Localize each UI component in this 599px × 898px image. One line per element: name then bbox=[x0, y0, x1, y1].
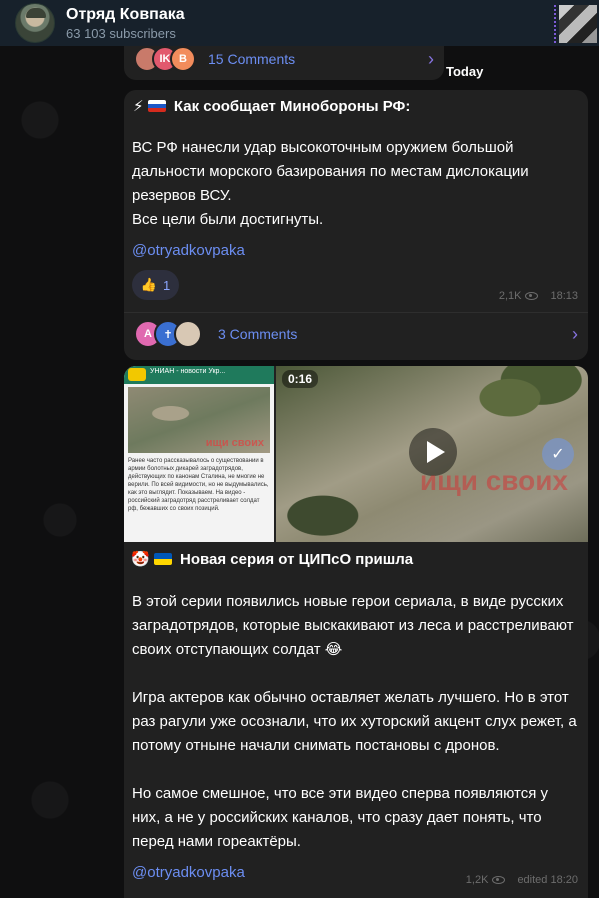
screenshot-text: Ранее часто рассказывалось о существован… bbox=[128, 458, 269, 512]
headline-text: Новая серия от ЦИПсО пришла bbox=[180, 551, 414, 568]
post-headline: ⚡ Как сообщает Минобороны РФ: bbox=[133, 97, 410, 115]
divider bbox=[124, 312, 588, 313]
post-meta: 2,1K 18:13 bbox=[499, 290, 578, 302]
eye-icon bbox=[492, 876, 506, 884]
pinned-indicator bbox=[554, 5, 556, 43]
commenter-avatars: IK B bbox=[134, 46, 196, 72]
reaction-like[interactable]: 👍 1 bbox=[132, 270, 179, 300]
avatar bbox=[174, 320, 202, 348]
message-post[interactable]: ⚡ Как сообщает Минобороны РФ: ВС РФ нане… bbox=[124, 90, 588, 360]
channel-name[interactable]: Отряд Ковпака bbox=[66, 5, 185, 25]
message-post[interactable]: УНИАН - новости Укр... ищи своих Ранее ч… bbox=[124, 366, 588, 898]
post-meta: 1,2K edited 18:20 bbox=[466, 874, 578, 886]
avatar: B bbox=[170, 46, 196, 72]
screenshot-channel: УНИАН - новости Укр... bbox=[150, 368, 226, 375]
channel-avatar[interactable] bbox=[15, 3, 55, 43]
edited-time: edited 18:20 bbox=[517, 874, 578, 886]
watermark-small: ищи своих bbox=[205, 437, 264, 449]
media-screenshot[interactable]: УНИАН - новости Укр... ищи своих Ранее ч… bbox=[124, 366, 274, 542]
video-duration: 0:16 bbox=[282, 370, 319, 388]
channel-tag-link[interactable]: @otryadkovpaka bbox=[132, 242, 245, 259]
play-icon bbox=[426, 441, 445, 463]
video-player[interactable]: 0:16 ✓ ищи своих bbox=[276, 366, 588, 542]
channel-info[interactable]: Отряд Ковпака 63 103 subscribers bbox=[66, 5, 185, 42]
lightning-icon: ⚡ bbox=[133, 98, 144, 115]
view-count: 1,2K bbox=[465, 874, 489, 886]
date-separator: Today bbox=[446, 64, 484, 79]
pinned-message-preview[interactable] bbox=[554, 4, 599, 44]
chevron-right-icon: › bbox=[428, 48, 434, 69]
post-body: ВС РФ нанесли удар высокоточным оружием … bbox=[132, 139, 529, 228]
clown-icon: 🤡 bbox=[131, 551, 150, 568]
russia-flag-icon bbox=[147, 100, 166, 112]
channel-tag-link[interactable]: @otryadkovpaka bbox=[132, 864, 245, 881]
screenshot-image: ищи своих bbox=[128, 387, 270, 453]
unian-logo bbox=[128, 368, 146, 381]
comments-link[interactable]: 3 Comments bbox=[218, 326, 297, 342]
ukraine-flag-icon bbox=[153, 553, 172, 565]
video-watermark: ищи своих bbox=[419, 465, 568, 496]
eye-icon bbox=[525, 292, 539, 300]
commenter-avatars: A ✝ bbox=[134, 320, 202, 348]
comments-link[interactable]: 15 Comments bbox=[208, 51, 295, 67]
screenshot-header: УНИАН - новости Укр... bbox=[124, 366, 274, 384]
post-body: В этой серии появились новые герои сериа… bbox=[132, 593, 577, 850]
headline-text: Как сообщает Минобороны РФ: bbox=[173, 98, 411, 115]
chat-header[interactable]: Отряд Ковпака 63 103 subscribers bbox=[0, 0, 599, 46]
view-count: 2,1K bbox=[498, 290, 522, 302]
post-time: 18:13 bbox=[550, 290, 578, 302]
reaction-count: 1 bbox=[162, 277, 171, 293]
post-headline: 🤡 Новая серия от ЦИПсО пришла bbox=[131, 550, 413, 568]
pinned-thumbnail[interactable] bbox=[559, 5, 597, 43]
comments-row[interactable]: A ✝ 3 Comments › bbox=[124, 314, 588, 354]
chevron-right-icon: › bbox=[572, 323, 578, 344]
thumbs-up-icon: 👍 bbox=[140, 277, 157, 292]
subscriber-count: 63 103 subscribers bbox=[66, 25, 176, 41]
